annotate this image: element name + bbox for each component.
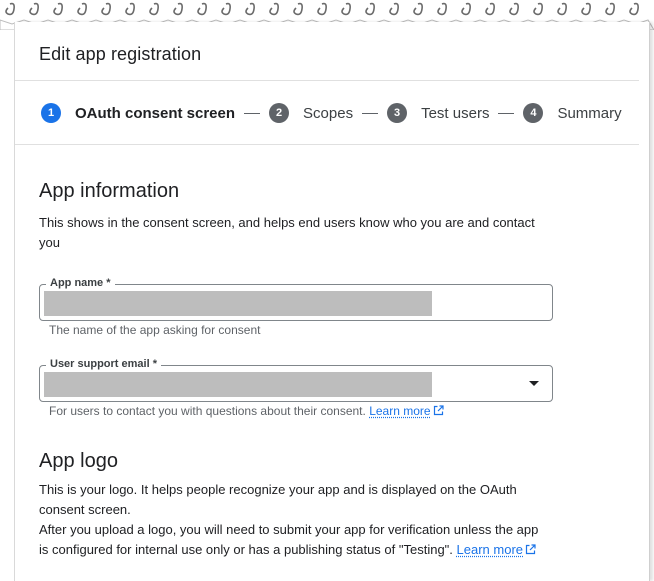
external-link-icon — [525, 544, 536, 555]
step-label: OAuth consent screen — [75, 104, 236, 122]
step-number-2: 2 — [269, 103, 290, 123]
step-number-1: 1 — [41, 103, 61, 123]
step-separator — [244, 112, 261, 114]
app-information-description: This shows in the consent screen, and he… — [39, 215, 535, 250]
app-name-hint: The name of the app asking for consent — [49, 323, 261, 337]
step-label: Summary — [557, 104, 622, 122]
user-support-email-redacted-value — [44, 372, 432, 397]
step-number-3: 3 — [387, 103, 408, 123]
stepper: 1 OAuth consent screen 2 Scopes 3 Test u… — [41, 102, 622, 124]
header-divider — [15, 80, 639, 81]
page-title: Edit app registration — [39, 44, 202, 64]
app-registration-panel: Edit app registration 1 OAuth consent sc… — [14, 22, 650, 581]
user-support-email-hint: For users to contact you with questions … — [49, 404, 444, 418]
step-label: Test users — [421, 104, 490, 122]
step-separator — [362, 112, 379, 114]
learn-more-link[interactable]: Learn more — [369, 404, 444, 418]
app-name-field[interactable]: App name * — [39, 276, 553, 321]
app-information-heading: App information — [39, 180, 180, 202]
app-logo-heading: App logo — [39, 450, 118, 472]
step-test-users[interactable]: 3 Test users — [387, 103, 489, 123]
step-label: Scopes — [303, 104, 354, 122]
learn-more-label: Learn more — [369, 404, 431, 418]
external-link-icon — [433, 405, 444, 416]
user-support-email-hint-text: For users to contact you with questions … — [49, 404, 366, 418]
step-summary[interactable]: 4 Summary — [523, 103, 622, 123]
step-number-4: 4 — [523, 103, 544, 123]
step-oauth-consent-screen[interactable]: 1 OAuth consent screen — [41, 103, 235, 123]
stepper-divider — [15, 144, 639, 145]
app-logo-description: This is your logo. It helps people recog… — [39, 480, 544, 560]
app-logo-text-1: This is your logo. It helps people recog… — [39, 482, 517, 517]
dropdown-arrow-icon[interactable] — [529, 381, 539, 386]
step-scopes[interactable]: 2 Scopes — [269, 103, 353, 123]
step-separator — [498, 112, 515, 114]
app-name-label: App name * — [46, 276, 115, 290]
app-logo-text-2: After you upload a logo, you will need t… — [39, 520, 544, 560]
learn-more-link[interactable]: Learn more — [457, 542, 536, 557]
user-support-email-label: User support email * — [46, 357, 161, 371]
user-support-email-select[interactable]: User support email * — [39, 357, 553, 402]
learn-more-label: Learn more — [456, 542, 524, 557]
app-name-redacted-value — [44, 291, 432, 316]
